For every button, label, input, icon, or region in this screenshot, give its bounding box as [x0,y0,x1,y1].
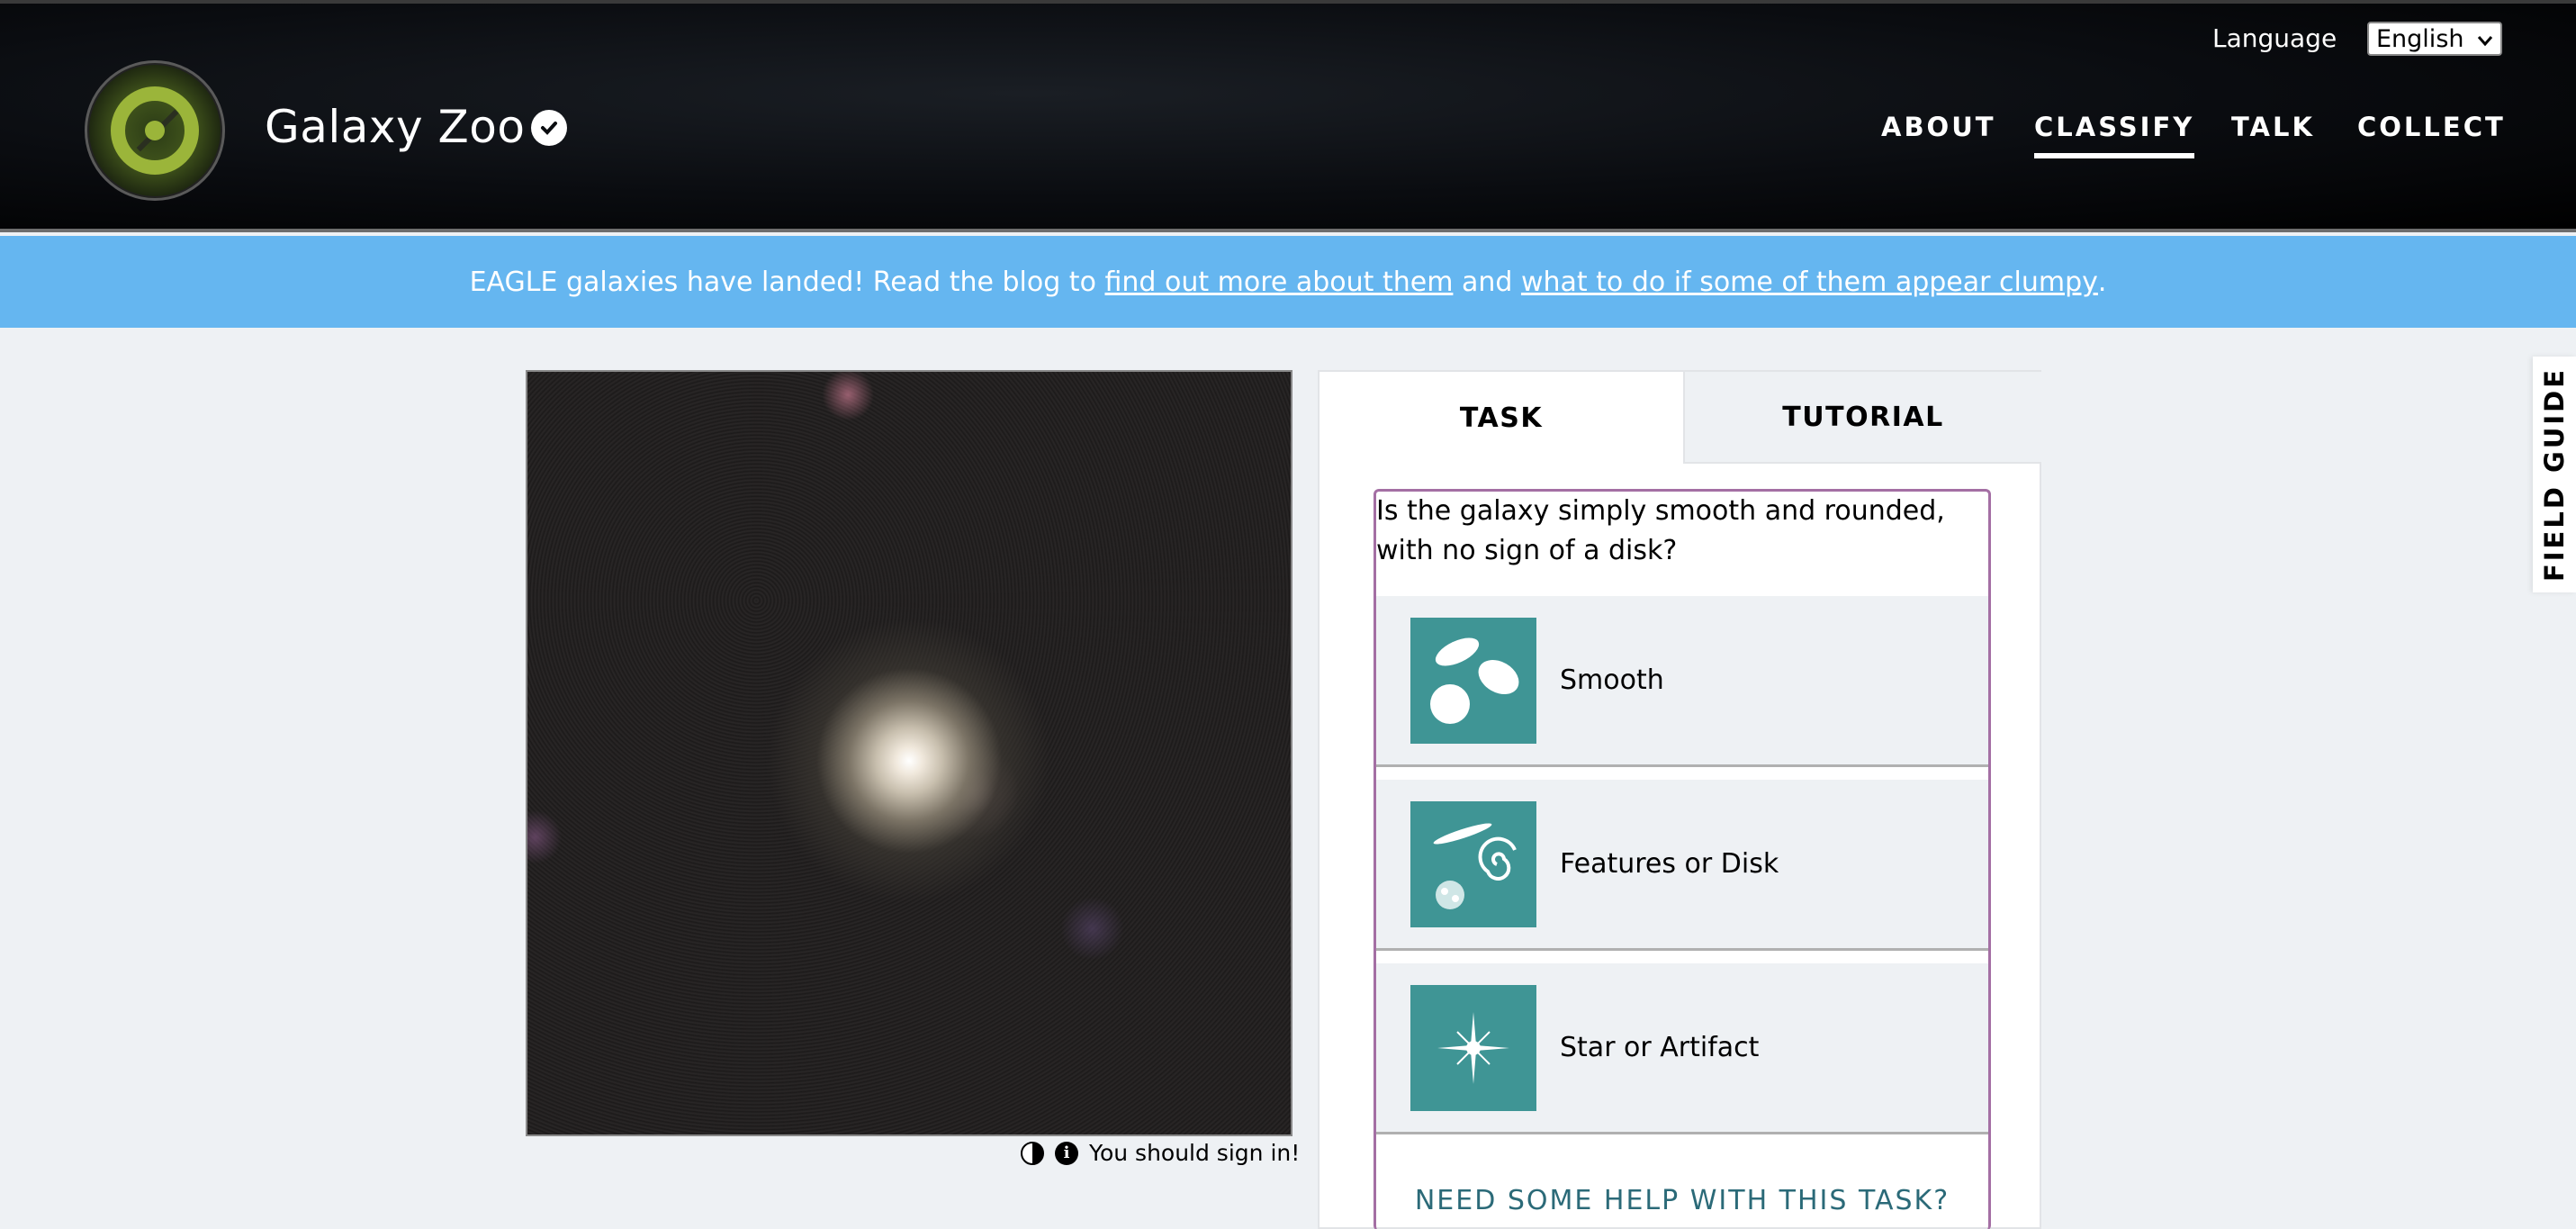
site-title[interactable]: Galaxy Zoo [265,101,525,153]
subject-toolbar: i You should sign in! [1021,1140,1300,1166]
task-question-box: Is the galaxy simply smooth and rounded,… [1374,489,1991,1229]
banner-link-find-out-more[interactable]: find out more about them [1104,267,1453,298]
nav-talk[interactable]: TALK [2231,112,2315,142]
banner-text-start: EAGLE galaxies have landed! Read the blo… [469,266,1105,298]
nav-collect[interactable]: COLLECT [2357,112,2506,142]
galaxy-zoo-logo[interactable] [85,60,225,201]
banner-text-end: . [2097,266,2107,298]
tab-task[interactable]: TASK [1320,372,1683,464]
star-artifact-icon [1410,984,1536,1111]
announcement-banner: EAGLE galaxies have landed! Read the blo… [0,236,2576,328]
invert-contrast-icon[interactable] [1021,1141,1044,1165]
language-select[interactable]: English [2367,22,2502,56]
spiral-galaxy-icon [1410,800,1536,927]
info-icon[interactable]: i [1055,1141,1078,1165]
answer-features-or-disk[interactable]: Features or Disk [1376,780,1988,951]
subject-galaxy-image[interactable] [526,370,1293,1136]
language-selected-value: English [2376,24,2464,53]
chevron-down-icon [2477,25,2493,53]
logo-center [145,121,165,140]
answer-label: Features or Disk [1560,848,1779,880]
banner-text-mid: and [1453,266,1521,298]
task-panel: TASK TUTORIAL Is the galaxy simply smoot… [1318,370,2041,1229]
field-guide-tab[interactable]: FIELD GUIDE [2533,357,2576,592]
smooth-galaxy-icon [1410,617,1536,744]
task-help-button[interactable]: NEED SOME HELP WITH THIS TASK? [1376,1185,1988,1216]
tab-tutorial[interactable]: TUTORIAL [1683,372,2041,464]
language-label: Language [2212,23,2337,53]
nav-about[interactable]: ABOUT [1881,112,1996,142]
banner-link-clumpy[interactable]: what to do if some of them appear clumpy [1521,267,2098,298]
verified-badge-icon [531,110,567,146]
answer-smooth[interactable]: Smooth [1376,596,1988,767]
answer-label: Smooth [1560,664,1664,696]
nav-classify[interactable]: CLASSIFY [2034,112,2195,158]
sign-in-prompt[interactable]: You should sign in! [1089,1140,1300,1166]
answer-label: Star or Artifact [1560,1032,1760,1063]
answer-star-or-artifact[interactable]: Star or Artifact [1376,963,1988,1134]
field-guide-label: FIELD GUIDE [2539,366,2570,583]
task-question: Is the galaxy simply smooth and rounded,… [1376,495,1945,566]
site-header: Galaxy Zoo Language English ABOUT CLASSI… [0,0,2576,232]
